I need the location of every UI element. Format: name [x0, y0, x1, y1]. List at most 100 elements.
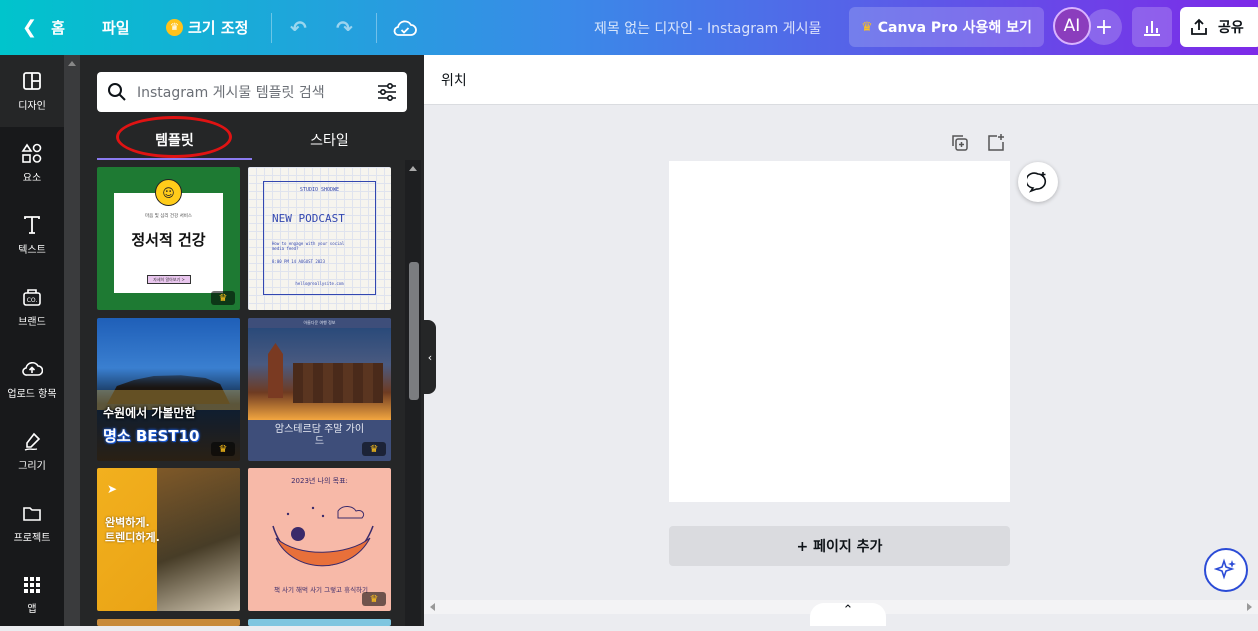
context-toolbar: 위치	[424, 55, 1258, 105]
template-text: How to engage with your social media fee…	[272, 241, 345, 251]
redo-icon: ↷	[336, 15, 353, 40]
add-page-icon[interactable]	[986, 133, 1006, 153]
template-brand: STUDIO SHODWE	[299, 187, 340, 193]
add-comment-button[interactable]	[1018, 162, 1058, 202]
template-card[interactable]: 2023년 나의 목표: 책 사기 해먹 사기 그렇고 휴식하기 ♛	[248, 468, 391, 611]
hammock-illustration	[272, 506, 374, 567]
try-pro-button[interactable]: ♛ Canva Pro 사용해 보기	[849, 7, 1044, 47]
template-title: 2023년 나의 목표:	[291, 477, 348, 485]
undo-icon: ↶	[290, 15, 307, 40]
filter-icon[interactable]	[377, 83, 397, 101]
divider	[271, 13, 272, 43]
resize-button[interactable]: ♛ 크기 조정	[166, 0, 248, 55]
apps-icon	[24, 576, 40, 593]
search-icon	[108, 83, 126, 101]
template-title: 수원에서 가볼만한	[103, 406, 196, 420]
chevron-left-icon: ‹	[427, 350, 433, 364]
position-button[interactable]: 위치	[441, 70, 467, 90]
template-search-input[interactable]: Instagram 게시물 템플릿 검색	[97, 72, 407, 112]
template-card[interactable]	[97, 619, 240, 626]
magic-assistant-button[interactable]	[1204, 548, 1248, 592]
active-tab-indicator	[97, 158, 252, 160]
tab-styles[interactable]: 스타일	[252, 120, 407, 160]
redo-button[interactable]: ↷	[336, 0, 353, 55]
crown-icon: ♛	[362, 592, 386, 606]
text-icon	[24, 215, 40, 234]
template-button: 자세히 알아보기 >	[147, 275, 191, 284]
draw-icon	[24, 432, 41, 451]
side-nav: 디자인 요소 텍스트 CO. 브랜드 업로드 항목 그리기 프로젝트 앱	[0, 55, 64, 626]
add-collaborator-button[interactable]: +	[1086, 9, 1122, 45]
red-annotation-circle	[116, 116, 232, 158]
template-footer: hello@reallysite.com	[295, 281, 344, 286]
duplicate-page-icon[interactable]	[950, 133, 970, 153]
insights-button[interactable]	[1132, 7, 1172, 47]
sidebar-item-projects[interactable]: 프로젝트	[0, 487, 64, 559]
crown-icon: ♛	[211, 291, 235, 305]
upload-icon	[22, 361, 43, 376]
sidebar-item-apps[interactable]: 앱	[0, 559, 64, 631]
add-page-button[interactable]: + 페이지 추가	[669, 526, 1010, 566]
smiley-icon: ☺	[155, 179, 182, 206]
template-card[interactable]: 수원에서 가볼만한 명소 BEST10 ♛	[97, 318, 240, 461]
comment-plus-icon	[1027, 172, 1047, 193]
top-bar: ❮ 홈 파일 ♛ 크기 조정 ↶ ↷ 제목 없는 디자인 - Instagram…	[0, 0, 1258, 55]
crown-icon: ♛	[211, 442, 235, 456]
cloud-save-button[interactable]	[393, 0, 417, 55]
template-card[interactable]: ☺ 마음 및 심리 건강 서비스 정서적 건강 자세히 알아보기 > ♛	[97, 167, 240, 310]
template-subtitle: 마음 및 심리 건강 서비스	[144, 214, 193, 219]
sparkle-icon	[1214, 558, 1236, 580]
template-card[interactable]: 아름다운 여행 정보 암스테르담 주말 가이드 ♛	[248, 318, 391, 461]
home-label: 홈	[51, 19, 65, 37]
template-title: 정서적 건강	[131, 231, 206, 249]
template-frame	[263, 181, 376, 295]
shapes-icon	[21, 143, 42, 163]
scroll-right-arrow-icon	[1247, 603, 1252, 611]
folder-icon	[23, 506, 41, 521]
plus-icon: +	[1094, 14, 1114, 40]
share-icon	[1191, 18, 1207, 35]
tower-shape	[268, 343, 283, 398]
design-title[interactable]: 제목 없는 디자인 - Instagram 게시물	[594, 0, 821, 55]
template-title: 완벽하게.	[105, 516, 150, 529]
template-card[interactable]: STUDIO SHODWE NEW PODCAST How to engage …	[248, 167, 391, 310]
page-manager-toggle[interactable]: ⌃	[810, 603, 886, 626]
share-button[interactable]: 공유	[1180, 7, 1258, 47]
template-title: NEW PODCAST	[272, 212, 345, 225]
scroll-left-arrow-icon	[430, 603, 435, 611]
sidebar-item-design[interactable]: 디자인	[0, 55, 64, 127]
crown-icon: ♛	[166, 19, 183, 36]
crown-icon: ♛	[362, 442, 386, 456]
design-page[interactable]	[669, 161, 1010, 502]
scroll-up-arrow-icon	[68, 61, 76, 66]
template-subtitle: 트렌디하게.	[105, 531, 160, 544]
template-card[interactable]	[248, 619, 391, 626]
bar-chart-icon	[1144, 21, 1160, 36]
cloud-check-icon	[393, 20, 417, 36]
file-menu[interactable]: 파일	[102, 0, 130, 55]
avatar[interactable]: AI	[1053, 7, 1091, 45]
svg-text:CO.: CO.	[27, 297, 38, 304]
sidebar-item-uploads[interactable]: 업로드 항목	[0, 343, 64, 415]
crown-icon: ♛	[861, 19, 873, 35]
scroll-up-arrow-icon	[409, 166, 417, 171]
sidebar-item-elements[interactable]: 요소	[0, 127, 64, 199]
chevron-up-icon: ⌃	[842, 603, 854, 618]
template-date: 8:00 PM 14 AUGUST 2023	[272, 259, 325, 264]
template-header: 아름다운 여행 정보	[248, 318, 391, 328]
arrow-icon: ➤	[107, 482, 118, 496]
template-card[interactable]: ➤ 완벽하게. 트렌디하게.	[97, 468, 240, 611]
collapse-panel-button[interactable]: ‹	[424, 320, 436, 394]
brand-icon: CO.	[23, 288, 41, 306]
chevron-left-icon: ❮	[22, 17, 38, 38]
sidebar-item-brand[interactable]: CO. 브랜드	[0, 271, 64, 343]
panel-scrollbar[interactable]	[64, 55, 80, 626]
sidebar-item-text[interactable]: 텍스트	[0, 199, 64, 271]
undo-button[interactable]: ↶	[290, 0, 307, 55]
sidebar-item-draw[interactable]: 그리기	[0, 415, 64, 487]
layout-icon	[23, 71, 41, 90]
scrollbar-thumb[interactable]	[409, 262, 419, 400]
home-button[interactable]: ❮ 홈	[22, 0, 65, 55]
divider	[376, 13, 377, 43]
buildings-shape	[293, 363, 383, 403]
